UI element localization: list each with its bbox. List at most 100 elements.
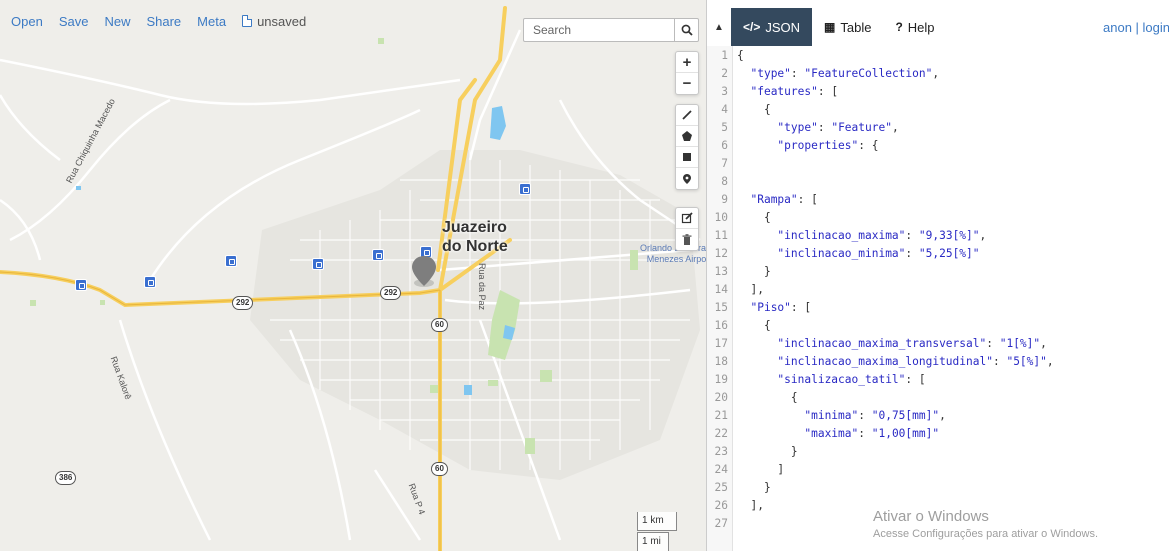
code-line[interactable]: 6 "properties": { xyxy=(707,137,1169,155)
open-menu[interactable]: Open xyxy=(0,14,51,29)
code-line[interactable]: 20 { xyxy=(707,389,1169,407)
draw-rectangle-button[interactable] xyxy=(676,147,698,168)
code-line[interactable]: 18 "inclinacao_maxima_longitudinal": "5[… xyxy=(707,353,1169,371)
code-line[interactable]: 19 "sinalizacao_tatil": [ xyxy=(707,371,1169,389)
code-line[interactable]: 10 { xyxy=(707,209,1169,227)
share-menu[interactable]: Share xyxy=(138,14,189,29)
code-line[interactable]: 5 "type": "Feature", xyxy=(707,119,1169,137)
city-label: Juazeiro do Norte xyxy=(442,218,508,256)
file-status[interactable]: unsaved xyxy=(234,14,314,29)
code-line[interactable]: 11 "inclinacao_maxima": "9,33[%]", xyxy=(707,227,1169,245)
line-number: 6 xyxy=(721,139,728,152)
tab-label: Table xyxy=(840,19,872,35)
code-line[interactable]: 16 { xyxy=(707,317,1169,335)
line-number: 21 xyxy=(714,409,728,422)
code-text: { xyxy=(737,49,744,62)
zoom-in-button[interactable]: + xyxy=(676,52,698,73)
line-number: 3 xyxy=(721,85,728,98)
code-text: "inclinacao_maxima_longitudinal": "5[%]"… xyxy=(777,355,1054,368)
search-icon xyxy=(681,24,693,36)
code-text: "features": [ xyxy=(750,85,839,98)
bus-stop-icon xyxy=(225,255,237,267)
route-shield: 60 xyxy=(431,462,448,476)
user-login-link[interactable]: anon | login xyxy=(1103,8,1169,46)
code-text: { xyxy=(737,319,771,332)
meta-menu[interactable]: Meta xyxy=(189,14,234,29)
trash-icon xyxy=(682,233,692,245)
line-number: 14 xyxy=(714,283,728,296)
route-shield: 60 xyxy=(431,318,448,332)
code-text: ] xyxy=(737,463,785,476)
code-icon: </> xyxy=(743,20,761,34)
bus-stop-icon xyxy=(312,258,324,270)
code-line[interactable]: 24 ] xyxy=(707,461,1169,479)
route-shield: 292 xyxy=(232,296,254,310)
line-number: 23 xyxy=(714,445,728,458)
code-line[interactable]: 9 "Rampa": [ xyxy=(707,191,1169,209)
zoom-out-button[interactable]: − xyxy=(676,73,698,94)
code-line[interactable]: 27 xyxy=(707,515,1169,533)
code-text: "properties": { xyxy=(777,139,879,152)
code-line[interactable]: 13 } xyxy=(707,263,1169,281)
code-text: ], xyxy=(737,283,764,296)
json-editor[interactable]: 1{2 "type": "FeatureCollection", 3 "featu… xyxy=(707,46,1169,551)
line-number: 22 xyxy=(714,427,728,440)
map-pane[interactable]: Juazeiro do Norte Rua Chiquinha Macedo R… xyxy=(0,0,706,551)
street-label: Rua da Paz xyxy=(477,263,487,311)
panel-tab-bar: ▲ </> JSON ▦ Table ? Help anon | login xyxy=(707,8,1169,46)
line-number: 12 xyxy=(714,247,728,260)
bus-stop-icon xyxy=(75,279,87,291)
line-number: 4 xyxy=(721,103,728,116)
code-text: } xyxy=(737,445,798,458)
line-number: 2 xyxy=(721,67,728,80)
edit-layers-button[interactable] xyxy=(676,208,698,229)
code-line[interactable]: 4 { xyxy=(707,101,1169,119)
code-line[interactable]: 12 "inclinacao_minima": "5,25[%]" xyxy=(707,245,1169,263)
city-label-line2: do Norte xyxy=(442,238,508,255)
edit-icon xyxy=(681,212,693,224)
code-line[interactable]: 7 xyxy=(707,155,1169,173)
delete-layers-button[interactable] xyxy=(676,229,698,250)
code-line[interactable]: 15 "Piso": [ xyxy=(707,299,1169,317)
search-button[interactable] xyxy=(675,18,699,42)
edit-toolbar xyxy=(675,207,699,251)
search-input[interactable] xyxy=(523,18,675,42)
line-number: 19 xyxy=(714,373,728,386)
code-line[interactable]: 14 ], xyxy=(707,281,1169,299)
line-number: 8 xyxy=(721,175,728,188)
map-marker-icon[interactable] xyxy=(410,254,438,288)
code-line[interactable]: 17 "inclinacao_maxima_transversal": "1[%… xyxy=(707,335,1169,353)
scale-mi: 1 mi xyxy=(637,532,669,551)
code-line[interactable]: 1{ xyxy=(707,47,1169,65)
code-line[interactable]: 22 "maxima": "1,00[mm]" xyxy=(707,425,1169,443)
code-text: } xyxy=(737,265,771,278)
polygon-icon xyxy=(682,131,692,141)
code-line[interactable]: 25 } xyxy=(707,479,1169,497)
new-menu[interactable]: New xyxy=(96,14,138,29)
draw-line-button[interactable] xyxy=(676,105,698,126)
line-number: 17 xyxy=(714,337,728,350)
line-number: 5 xyxy=(721,121,728,134)
code-line[interactable]: 23 } xyxy=(707,443,1169,461)
tab-json[interactable]: </> JSON xyxy=(731,8,813,46)
tab-table[interactable]: ▦ Table xyxy=(812,8,883,46)
save-menu[interactable]: Save xyxy=(51,14,97,29)
draw-marker-button[interactable] xyxy=(676,168,698,189)
tab-label: Help xyxy=(907,19,935,35)
code-line[interactable]: 2 "type": "FeatureCollection", xyxy=(707,65,1169,83)
tab-help[interactable]: ? Help xyxy=(883,8,946,46)
code-line[interactable]: 8 xyxy=(707,173,1169,191)
code-line[interactable]: 3 "features": [ xyxy=(707,83,1169,101)
bus-stop-icon xyxy=(144,276,156,288)
draw-polygon-button[interactable] xyxy=(676,126,698,147)
code-text: "inclinacao_maxima_transversal": "1[%]", xyxy=(777,337,1047,350)
code-text: { xyxy=(737,391,798,404)
route-shield: 292 xyxy=(380,286,402,300)
line-number: 9 xyxy=(721,193,728,206)
bus-stop-icon xyxy=(519,183,531,195)
map-canvas[interactable] xyxy=(0,0,706,551)
rectangle-icon xyxy=(683,153,691,161)
collapse-toggle[interactable]: ▲ xyxy=(707,8,731,46)
code-line[interactable]: 26 ], xyxy=(707,497,1169,515)
code-line[interactable]: 21 "minima": "0,75[mm]", xyxy=(707,407,1169,425)
